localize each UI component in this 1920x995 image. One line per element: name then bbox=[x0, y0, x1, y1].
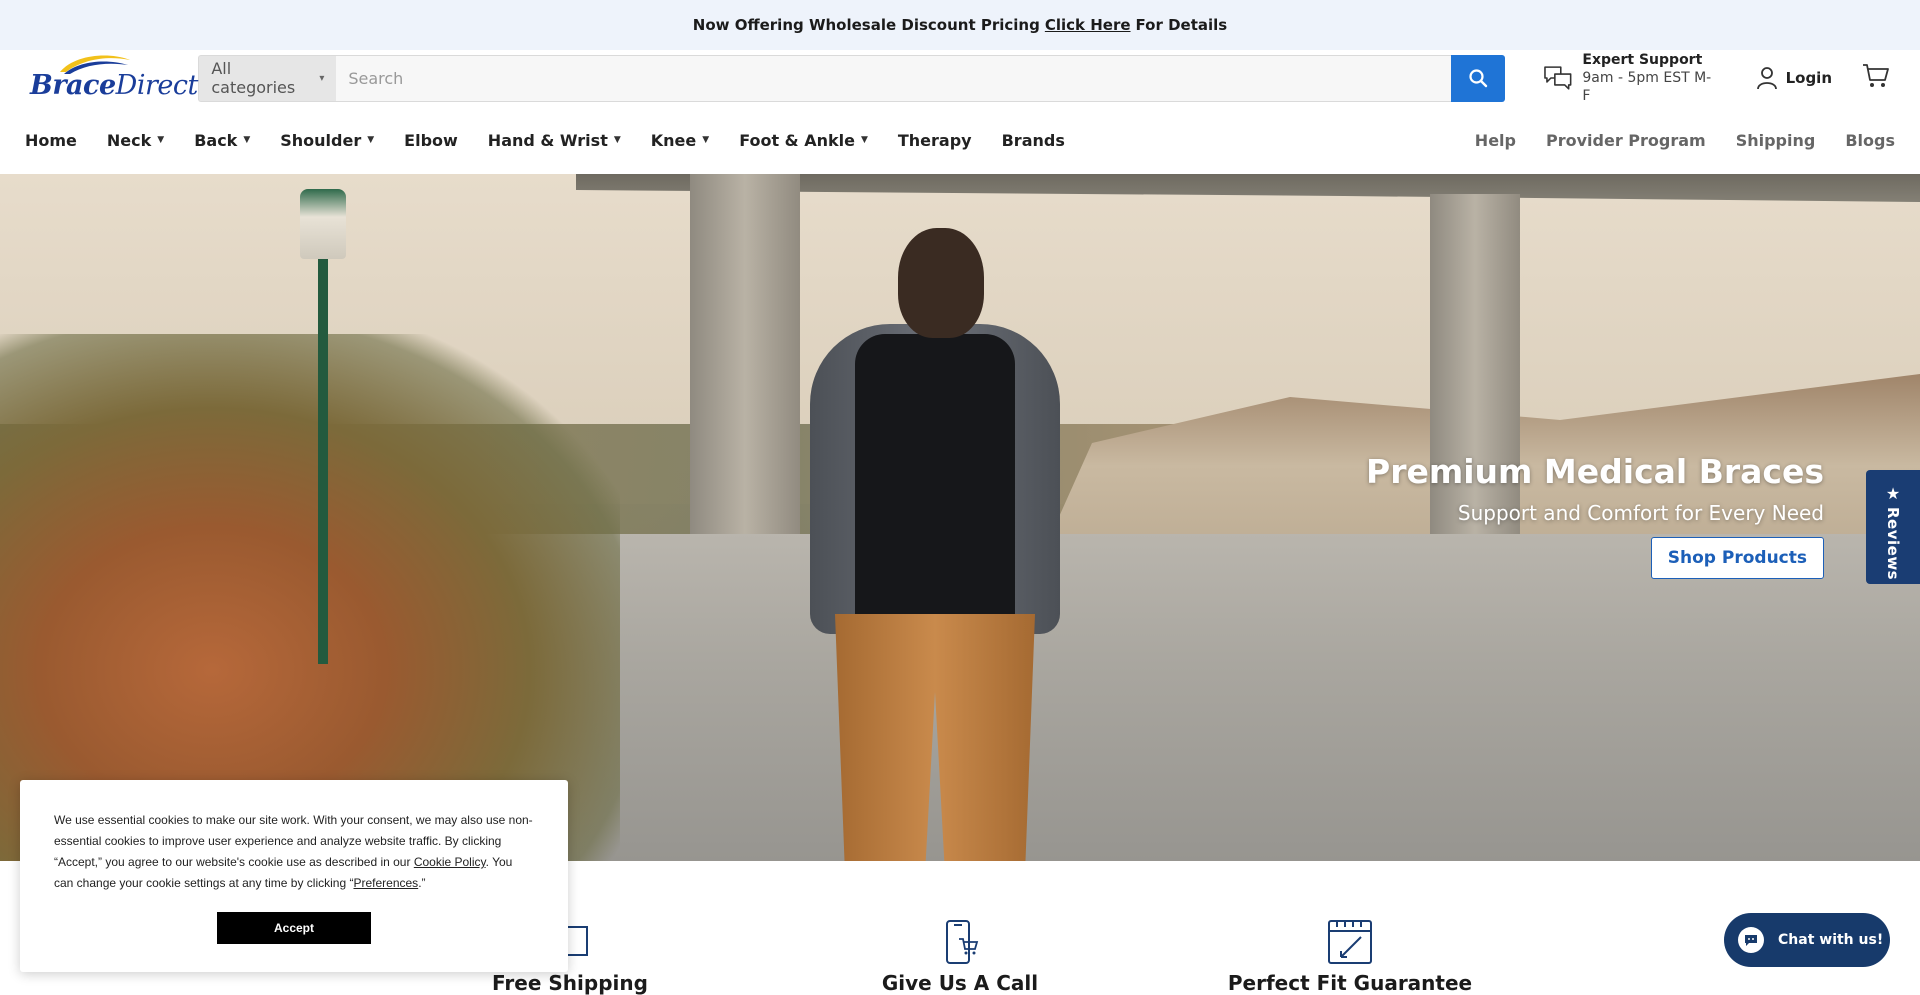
shop-products-button[interactable]: Shop Products bbox=[1650, 537, 1824, 579]
cookie-policy-link[interactable]: Cookie Policy bbox=[414, 855, 486, 869]
search-button[interactable] bbox=[1450, 54, 1505, 102]
nav-item-therapy[interactable]: Therapy bbox=[898, 131, 972, 150]
category-select[interactable]: All categories ▾ bbox=[198, 54, 337, 102]
nav-label: Foot & Ankle bbox=[739, 130, 855, 150]
hero-copy: Premium Medical Braces Support and Comfo… bbox=[1366, 452, 1824, 579]
cart-button[interactable] bbox=[1862, 63, 1890, 93]
chat-bubbles-icon bbox=[1543, 66, 1572, 90]
nav-label: Brands bbox=[1001, 130, 1065, 150]
hero-bridge-pillar bbox=[690, 174, 800, 534]
hero-title: Premium Medical Braces bbox=[1366, 452, 1824, 491]
chat-widget-button[interactable]: Chat with us! bbox=[1724, 913, 1890, 967]
main-nav: Home Neck ▼ Back ▼ Shoulder ▼ Elbow Hand & … bbox=[0, 106, 1920, 174]
login-link[interactable]: Login bbox=[1756, 66, 1832, 90]
logo-wordmark: BraceDirect bbox=[30, 70, 198, 101]
nav-item-knee[interactable]: Knee ▼ bbox=[651, 131, 709, 150]
nav-item-foot-ankle[interactable]: Foot & Ankle ▼ bbox=[739, 131, 868, 150]
search-input[interactable] bbox=[336, 54, 1451, 102]
reviews-tab-label: Reviews bbox=[1884, 507, 1902, 581]
nav-item-brands[interactable]: Brands bbox=[1002, 131, 1065, 150]
hero-lamp-post bbox=[318, 204, 328, 664]
nav-item-elbow[interactable]: Elbow bbox=[404, 131, 458, 150]
logo-word-brace: Brace bbox=[30, 70, 116, 101]
cookie-text: We use essential cookies to make our sit… bbox=[54, 810, 534, 894]
reviews-tab[interactable]: ★ Reviews bbox=[1866, 470, 1920, 584]
category-select-value: All categories bbox=[211, 59, 296, 97]
announcement-link[interactable]: Click Here bbox=[1045, 16, 1131, 34]
nav-categories: Home Neck ▼ Back ▼ Shoulder ▼ Elbow Hand & … bbox=[25, 131, 1095, 150]
brace-direct-logo[interactable]: BraceDirect bbox=[30, 50, 198, 106]
user-icon bbox=[1756, 67, 1777, 90]
nav-utility: Help Provider Program Shipping Blogs bbox=[1445, 131, 1895, 150]
expert-support[interactable]: Expert Support 9am - 5pm EST M-F bbox=[1543, 51, 1718, 105]
support-title: Expert Support bbox=[1582, 52, 1703, 68]
search-icon bbox=[1469, 69, 1487, 88]
nav-item-help[interactable]: Help bbox=[1475, 131, 1516, 150]
nav-item-shipping[interactable]: Shipping bbox=[1736, 131, 1816, 150]
cart-icon bbox=[1863, 64, 1889, 87]
nav-item-hand-wrist[interactable]: Hand & Wrist ▼ bbox=[488, 131, 621, 150]
hero-banner: Premium Medical Braces Support and Comfo… bbox=[0, 174, 1920, 861]
nav-label: Elbow bbox=[404, 130, 458, 150]
hero-lamp-head bbox=[300, 189, 346, 259]
nav-label: Home bbox=[25, 130, 77, 150]
nav-label: Back bbox=[194, 130, 238, 150]
feature-perfect-fit: Perfect Fit Guarantee bbox=[1220, 919, 1480, 995]
nav-item-blogs[interactable]: Blogs bbox=[1845, 131, 1895, 150]
feature-title: Give Us A Call bbox=[881, 971, 1039, 995]
chevron-down-icon: ▼ bbox=[860, 135, 868, 145]
support-hours: 9am - 5pm EST M-F bbox=[1582, 70, 1712, 104]
login-label: Login bbox=[1785, 69, 1832, 87]
feature-give-us-a-call: Give Us A Call bbox=[830, 919, 1090, 995]
hero-person-head bbox=[898, 228, 984, 338]
feature-title: Free Shipping bbox=[492, 971, 648, 995]
cookie-preferences-link[interactable]: Preferences bbox=[353, 876, 418, 890]
announcement-text-end: For Details bbox=[1135, 16, 1228, 34]
logo-word-direct: Direct bbox=[115, 70, 199, 101]
cookie-text-part: .” bbox=[418, 876, 426, 890]
nav-label: Shoulder bbox=[280, 130, 362, 150]
star-icon: ★ bbox=[1885, 484, 1901, 503]
chevron-down-icon: ▼ bbox=[243, 135, 251, 145]
nav-item-shoulder[interactable]: Shoulder ▼ bbox=[280, 131, 374, 150]
chat-icon bbox=[1738, 927, 1764, 953]
site-header: BraceDirect All categories ▾ Expert Supp… bbox=[0, 50, 1920, 106]
announcement-text: Now Offering Wholesale Discount Pricing bbox=[692, 16, 1040, 34]
chevron-down-icon: ▼ bbox=[367, 135, 375, 145]
nav-label: Therapy bbox=[897, 130, 972, 150]
nav-item-neck[interactable]: Neck ▼ bbox=[107, 131, 164, 150]
nav-item-home[interactable]: Home bbox=[25, 131, 77, 150]
phone-cart-icon bbox=[946, 920, 979, 964]
nav-label: Knee bbox=[650, 130, 697, 150]
chat-label: Chat with us! bbox=[1778, 932, 1884, 948]
chevron-down-icon: ▾ bbox=[319, 72, 325, 84]
nav-label: Hand & Wrist bbox=[487, 130, 608, 150]
feature-title: Perfect Fit Guarantee bbox=[1227, 971, 1473, 995]
search-bar: All categories ▾ bbox=[198, 54, 1505, 102]
nav-label: Neck bbox=[106, 130, 152, 150]
announcement-bar: Now Offering Wholesale Discount Pricing … bbox=[0, 0, 1920, 50]
measure-icon bbox=[1328, 920, 1372, 964]
hero-back-brace bbox=[855, 334, 1015, 634]
hero-subtitle: Support and Comfort for Every Need bbox=[1457, 501, 1824, 525]
chevron-down-icon: ▼ bbox=[157, 135, 165, 145]
chevron-down-icon: ▼ bbox=[702, 135, 710, 145]
cookie-accept-button[interactable]: Accept bbox=[217, 912, 371, 944]
cookie-banner: We use essential cookies to make our sit… bbox=[20, 780, 568, 972]
nav-item-provider-program[interactable]: Provider Program bbox=[1546, 131, 1706, 150]
nav-item-back[interactable]: Back ▼ bbox=[194, 131, 250, 150]
chevron-down-icon: ▼ bbox=[613, 135, 621, 145]
